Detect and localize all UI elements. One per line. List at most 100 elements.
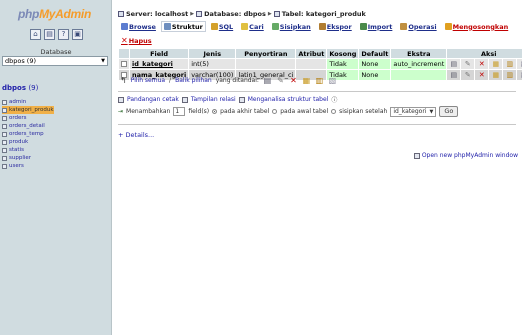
reload-icon[interactable]: ▣ (72, 29, 83, 40)
index-selected-icon[interactable]: ▧ (328, 77, 337, 85)
table-icon[interactable] (2, 147, 7, 153)
phpmyadmin-logo[interactable]: phpMyAdmin (18, 7, 91, 21)
go-button[interactable]: Go (439, 106, 459, 117)
drop-icon[interactable]: ✕ (477, 72, 486, 79)
breadcrumb-separator-icon: ▶ (190, 11, 195, 17)
check-all-link[interactable]: Pilih semua (131, 77, 165, 84)
tab-browse[interactable]: Browse (118, 21, 159, 32)
new-window-link[interactable]: Open new phpMyAdmin window (413, 152, 518, 159)
tab-mengosongkan[interactable]: Mengosongkan (442, 21, 512, 32)
field-count-input[interactable]: 1 (173, 107, 186, 116)
table-list-item-orders-temp[interactable]: orders_temp (2, 130, 54, 138)
logo-text-myadmin: MyAdmin (39, 7, 91, 21)
breadcrumb-table[interactable]: Tabel: kategori_produk (282, 10, 366, 18)
edit-icon[interactable]: ✎ (463, 72, 472, 79)
edit-icon[interactable]: ✎ (463, 61, 472, 68)
fields-label: field(s) (188, 108, 210, 115)
at-begin-radio[interactable] (272, 109, 278, 114)
after-field-select[interactable]: id_kategori ▼ (390, 106, 437, 117)
tab-import[interactable]: Import (357, 21, 396, 32)
navigation-frame: phpMyAdmin ⌂ ▤ ? ▣ Database dbpos (9) ▼ … (0, 0, 112, 335)
table-icon[interactable] (2, 131, 7, 137)
primary-key-icon[interactable]: ▦ (491, 72, 500, 79)
uncheck-all-link[interactable]: Balik pilihan (175, 77, 212, 84)
table-list-item-kategori-produk[interactable]: kategori_produk (2, 106, 54, 114)
table-list-item-users[interactable]: users (2, 162, 54, 170)
mengosongkan-icon (444, 23, 452, 30)
action-cell: ▦ (489, 59, 503, 69)
tab-cari[interactable]: Cari (238, 21, 267, 32)
tab-operasi[interactable]: Operasi (397, 21, 439, 32)
help-icon[interactable]: ⓘ (331, 95, 337, 104)
cell-ekstra: auto_increment (391, 59, 447, 69)
sql-query-icon[interactable]: ▤ (44, 29, 55, 40)
structure-header-row: Field Jenis Penyortiran Atribut Kosong D… (119, 49, 522, 58)
print-view-link[interactable]: Pandangan cetak (127, 96, 179, 103)
after-radio[interactable] (331, 109, 337, 114)
action-cell: ▧ (517, 70, 522, 80)
table-list-item-supplier[interactable]: supplier (2, 154, 54, 162)
drop-table-link[interactable]: ✕ Hapus (121, 37, 152, 46)
action-cell: ▥ (503, 59, 517, 69)
table-list-item-label: orders_detail (9, 123, 45, 129)
tab-ekspor[interactable]: Ekspor (316, 21, 355, 32)
browse-distinct-icon[interactable]: ▤ (449, 61, 458, 68)
table-icon[interactable] (2, 107, 7, 113)
cell-field[interactable]: id_kategori (130, 59, 189, 69)
unique-icon[interactable]: ▥ (505, 61, 514, 68)
table-icon[interactable] (2, 155, 7, 161)
after-field-value: id_kategori (393, 107, 427, 115)
table-icon[interactable] (2, 139, 7, 145)
breadcrumb-separator-icon: ▶ (267, 11, 272, 17)
database-heading[interactable]: dbpos (9) (2, 84, 38, 92)
add-fields-form: ⇥ Menambahkan 1 field(s) pada akhir tabe… (118, 106, 459, 117)
table-icon[interactable] (2, 115, 7, 121)
table-icon[interactable] (2, 99, 7, 105)
at-end-label: pada akhir tabel (220, 108, 270, 115)
action-cell: ▧ (517, 59, 522, 69)
table-icon[interactable] (2, 123, 7, 129)
unique-icon[interactable]: ▥ (505, 72, 514, 79)
table-list-item-label: admin (9, 99, 27, 105)
drop-icon[interactable]: ✕ (477, 61, 486, 68)
browse-distinct-icon[interactable]: ▤ (449, 72, 458, 79)
browse-selected-icon[interactable]: ▤ (263, 77, 272, 85)
docs-icon[interactable]: ? (58, 29, 69, 40)
add-fields-label: Menambahkan (126, 108, 171, 115)
analyze-structure-link[interactable]: Menganalisa struktur tabel (248, 96, 329, 103)
unique-selected-icon[interactable]: ▥ (315, 77, 324, 85)
primary-key-icon[interactable]: ▦ (491, 61, 500, 68)
table-icon[interactable] (2, 163, 7, 169)
table-tools: Pandangan cetak Tampilan relasi Menganal… (118, 95, 337, 104)
import-icon (359, 23, 367, 30)
header-field: Field (130, 49, 189, 58)
database-label: Database (40, 48, 72, 56)
database-select[interactable]: dbpos (9) ▼ (2, 56, 108, 66)
table-list-item-orders-detail[interactable]: orders_detail (2, 122, 54, 130)
edit-selected-icon[interactable]: ✎ (276, 77, 285, 85)
drop-selected-icon[interactable]: ✕ (289, 77, 298, 85)
table-list-item-label: produk (9, 139, 29, 145)
action-cell: ✕ (475, 70, 489, 80)
breadcrumb-server[interactable]: Server: localhost (126, 10, 188, 18)
details-link[interactable]: + Details... (118, 131, 154, 139)
table-list-item-orders[interactable]: orders (2, 114, 54, 122)
home-icon[interactable]: ⌂ (30, 29, 41, 40)
analyze-icon (238, 96, 245, 103)
table-list-item-produk[interactable]: produk (2, 138, 54, 146)
table-list-item-statis[interactable]: statis (2, 146, 54, 154)
relation-view-link[interactable]: Tampilan relasi (191, 96, 236, 103)
breadcrumb-database[interactable]: Database: dbpos (204, 10, 266, 18)
tab-struktur[interactable]: Struktur (160, 21, 206, 32)
database-heading-name: dbpos (2, 84, 27, 92)
tab-label: Operasi (408, 22, 437, 31)
primary-selected-icon[interactable]: ▦ (302, 77, 311, 85)
with-selected-label: yang ditandai: (215, 77, 259, 84)
row-checkbox[interactable] (121, 61, 127, 67)
at-end-radio[interactable] (212, 109, 218, 114)
tab-sql[interactable]: SQL (208, 21, 236, 32)
table-list-item-admin[interactable]: admin (2, 98, 54, 106)
print-icon (118, 96, 124, 103)
cell-ekstra (391, 70, 447, 80)
tab-sisipkan[interactable]: Sisipkan (269, 21, 314, 32)
